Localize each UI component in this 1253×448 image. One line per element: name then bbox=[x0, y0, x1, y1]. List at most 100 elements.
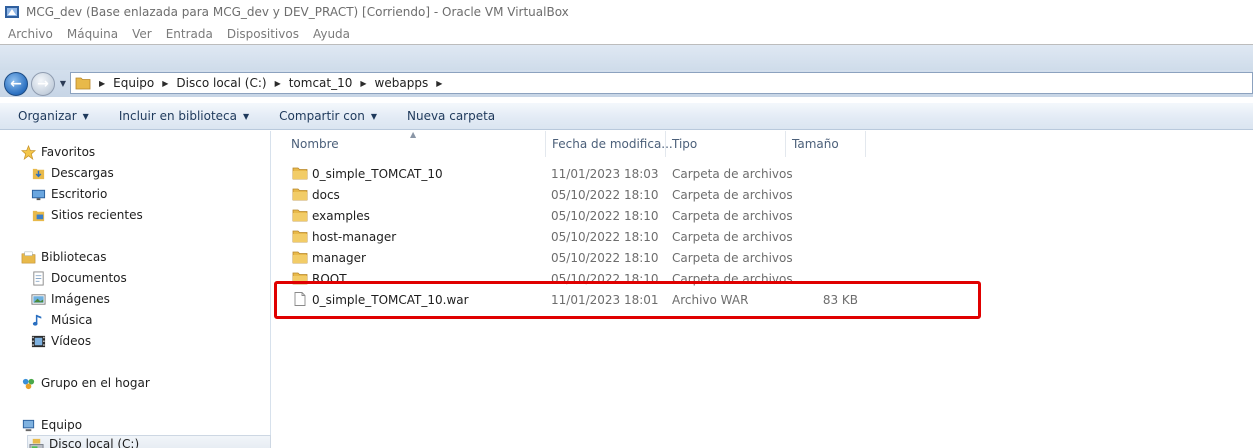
include-label: Incluir en biblioteca bbox=[118, 109, 238, 123]
file-row[interactable]: manager 05/10/2022 18:10 Carpeta de arch… bbox=[290, 247, 870, 268]
nav-images-label: Imágenes bbox=[51, 292, 110, 306]
videos-icon bbox=[30, 333, 46, 349]
address-bar[interactable]: ▶ Equipo ▶ Disco local (C:) ▶ tomcat_10 ▶ w… bbox=[70, 72, 1253, 94]
nav-desktop[interactable]: Escritorio bbox=[30, 185, 107, 203]
nav-desktop-label: Escritorio bbox=[51, 187, 108, 201]
column-header-type[interactable]: Tipo bbox=[666, 131, 786, 157]
menu-entrada[interactable]: Entrada bbox=[166, 27, 213, 41]
nav-downloads[interactable]: Descargas bbox=[30, 164, 114, 182]
file-date: 05/10/2022 18:10 bbox=[551, 208, 659, 223]
chevron-right-icon: ▶ bbox=[274, 78, 281, 88]
vbox-menu-bar: Archivo Máquina Ver Entrada Dispositivos… bbox=[0, 24, 1253, 44]
navigation-pane: Favoritos Descargas Escritorio Sitios re… bbox=[0, 131, 271, 448]
folder-icon bbox=[75, 77, 91, 90]
menu-ver[interactable]: Ver bbox=[132, 27, 152, 41]
downloads-icon bbox=[30, 165, 46, 181]
highlight-box bbox=[274, 281, 981, 319]
breadcrumb-root-arrow[interactable]: ▶ bbox=[97, 79, 113, 88]
menu-ayuda[interactable]: Ayuda bbox=[313, 27, 350, 41]
nav-downloads-label: Descargas bbox=[51, 166, 114, 180]
nav-local-disk[interactable]: Disco local (C:) bbox=[27, 435, 271, 448]
nav-favorites[interactable]: Favoritos bbox=[20, 143, 95, 161]
forward-arrow-icon: → bbox=[37, 76, 49, 92]
share-with-button[interactable]: Compartir con ▼ bbox=[279, 109, 377, 123]
chevron-down-icon: ▼ bbox=[82, 111, 89, 121]
breadcrumb-webapps[interactable]: webapps ▶ bbox=[375, 76, 451, 90]
nav-homegroup-label: Grupo en el hogar bbox=[41, 376, 150, 390]
nav-music[interactable]: Música bbox=[30, 311, 93, 329]
star-icon bbox=[20, 144, 36, 160]
new-folder-button[interactable]: Nueva carpeta bbox=[407, 109, 495, 123]
nav-libraries-label: Bibliotecas bbox=[41, 250, 107, 264]
nav-local-disk-label: Disco local (C:) bbox=[49, 437, 140, 448]
vbox-title: MCG_dev (Base enlazada para MCG_dev y DE… bbox=[26, 5, 569, 19]
folder-icon bbox=[292, 167, 308, 180]
forward-button[interactable]: → bbox=[31, 72, 55, 96]
homegroup-icon bbox=[20, 375, 36, 391]
hard-drive-icon bbox=[28, 436, 44, 448]
file-row[interactable]: examples 05/10/2022 18:10 Carpeta de arc… bbox=[290, 205, 870, 226]
nav-recent-places[interactable]: Sitios recientes bbox=[30, 206, 143, 224]
file-type: Carpeta de archivos bbox=[672, 250, 793, 265]
chevron-down-icon: ▼ bbox=[370, 111, 377, 121]
nav-documents[interactable]: Documentos bbox=[30, 269, 127, 287]
breadcrumb-disco-local[interactable]: Disco local (C:) ▶ bbox=[176, 76, 288, 90]
nav-images[interactable]: Imágenes bbox=[30, 290, 110, 308]
file-date: 05/10/2022 18:10 bbox=[551, 250, 659, 265]
column-header-size[interactable]: Tamaño bbox=[786, 131, 866, 157]
file-name: host-manager bbox=[312, 229, 397, 244]
breadcrumb-label: tomcat_10 bbox=[288, 76, 353, 90]
file-row[interactable]: 0_simple_TOMCAT_10 11/01/2023 18:03 Carp… bbox=[290, 163, 870, 184]
chevron-down-icon: ▼ bbox=[59, 78, 67, 88]
folder-icon bbox=[292, 230, 308, 243]
sort-ascending-icon: ▲ bbox=[410, 130, 417, 139]
menu-maquina[interactable]: Máquina bbox=[67, 27, 118, 41]
vbox-title-bar: MCG_dev (Base enlazada para MCG_dev y DE… bbox=[0, 0, 1253, 24]
column-name-label: Nombre bbox=[291, 137, 339, 151]
nav-music-label: Música bbox=[51, 313, 93, 327]
chevron-right-icon: ▶ bbox=[436, 78, 443, 88]
organize-label: Organizar bbox=[18, 109, 77, 123]
file-date: 11/01/2023 18:03 bbox=[551, 166, 659, 181]
file-name: manager bbox=[312, 250, 366, 265]
back-button[interactable]: ← bbox=[4, 72, 28, 96]
nav-computer[interactable]: Equipo bbox=[20, 416, 82, 434]
folder-icon bbox=[292, 188, 308, 201]
file-row[interactable]: host-manager 05/10/2022 18:10 Carpeta de… bbox=[290, 226, 870, 247]
breadcrumb-label: webapps bbox=[374, 76, 429, 90]
recent-pages-dropdown[interactable]: ▼ bbox=[58, 78, 68, 88]
column-type-label: Tipo bbox=[672, 137, 698, 151]
file-row[interactable]: docs 05/10/2022 18:10 Carpeta de archivo… bbox=[290, 184, 870, 205]
nav-homegroup[interactable]: Grupo en el hogar bbox=[20, 374, 150, 392]
nav-recent-label: Sitios recientes bbox=[51, 208, 143, 222]
file-date: 05/10/2022 18:10 bbox=[551, 229, 659, 244]
new-folder-label: Nueva carpeta bbox=[406, 109, 496, 123]
desktop-icon bbox=[30, 186, 46, 202]
back-arrow-icon: ← bbox=[10, 76, 22, 92]
nav-favorites-label: Favoritos bbox=[41, 145, 96, 159]
column-size-label: Tamaño bbox=[792, 137, 839, 151]
column-date-label: Fecha de modifica... bbox=[552, 137, 673, 151]
include-in-library-button[interactable]: Incluir en biblioteca ▼ bbox=[119, 109, 249, 123]
column-header-date[interactable]: Fecha de modifica... bbox=[546, 131, 673, 157]
explorer-title-area bbox=[0, 45, 1253, 70]
nav-documents-label: Documentos bbox=[51, 271, 127, 285]
menu-dispositivos[interactable]: Dispositivos bbox=[227, 27, 299, 41]
nav-computer-label: Equipo bbox=[41, 418, 83, 432]
chevron-down-icon: ▼ bbox=[243, 111, 250, 121]
images-icon bbox=[30, 291, 46, 307]
file-type: Carpeta de archivos bbox=[672, 187, 793, 202]
file-type: Carpeta de archivos bbox=[672, 208, 793, 223]
breadcrumb-tomcat[interactable]: tomcat_10 ▶ bbox=[289, 76, 375, 90]
computer-icon bbox=[20, 417, 36, 433]
folder-icon bbox=[292, 209, 308, 222]
file-name: examples bbox=[312, 208, 370, 223]
breadcrumb-equipo[interactable]: Equipo ▶ bbox=[113, 76, 176, 90]
nav-videos[interactable]: Vídeos bbox=[30, 332, 91, 350]
chevron-right-icon: ▶ bbox=[99, 78, 106, 88]
file-date: 05/10/2022 18:10 bbox=[551, 187, 659, 202]
menu-archivo[interactable]: Archivo bbox=[8, 27, 53, 41]
organize-button[interactable]: Organizar ▼ bbox=[18, 109, 89, 123]
breadcrumb-label: Disco local (C:) bbox=[176, 76, 267, 90]
nav-libraries[interactable]: Bibliotecas bbox=[20, 248, 106, 266]
